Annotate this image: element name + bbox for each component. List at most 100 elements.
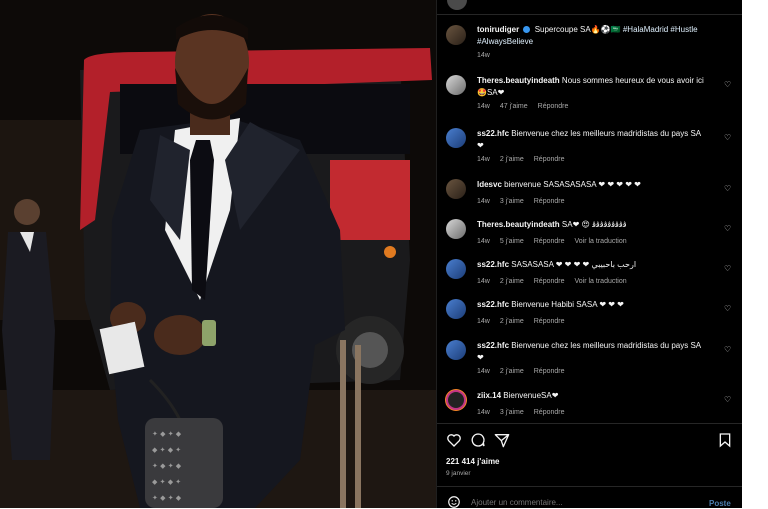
- comment-text: Theres.beautyindeath SA❤ 😍 ﭬﭬﭬﭬﭬﭬﭬﭬﭬ: [477, 219, 709, 231]
- comment-time: 14w: [477, 198, 490, 205]
- verified-badge-icon: [523, 26, 531, 34]
- bookmark-icon[interactable]: [717, 432, 733, 448]
- comment-body: BienvenueSA❤: [503, 391, 559, 400]
- actions-divider: [437, 423, 743, 424]
- comment-like-icon[interactable]: ♡: [724, 396, 732, 404]
- header-divider: [437, 14, 743, 15]
- reply-link[interactable]: Répondre: [534, 156, 565, 163]
- commenter-username[interactable]: ss22.hfc: [477, 129, 509, 138]
- comment-body: Bienvenue Habibi SASA ❤ ❤ ❤: [511, 300, 624, 309]
- comment-time: 14w: [477, 409, 490, 416]
- commenter-avatar[interactable]: [446, 219, 466, 239]
- reply-link[interactable]: Répondre: [534, 198, 565, 205]
- reply-link[interactable]: Répondre: [534, 409, 565, 416]
- reply-link[interactable]: Répondre: [534, 278, 565, 285]
- commenter-username[interactable]: ss22.hfc: [477, 260, 509, 269]
- commenter-avatar[interactable]: [446, 179, 466, 199]
- emoji-icon[interactable]: [447, 495, 461, 509]
- caption-time: 14w: [477, 52, 490, 59]
- commenter-username[interactable]: Theres.beautyindeath: [477, 76, 560, 85]
- comment-likes[interactable]: 5 j'aime: [500, 238, 524, 245]
- comment-likes[interactable]: 2 j'aime: [500, 318, 524, 325]
- commenter-avatar[interactable]: [446, 259, 466, 279]
- comment-time: 14w: [477, 278, 490, 285]
- post-comment-button[interactable]: Poste: [709, 499, 731, 508]
- comment-text: ziix.14 BienvenueSA❤: [477, 390, 709, 402]
- svg-text:✦ ◆ ✦ ◆: ✦ ◆ ✦ ◆: [152, 494, 182, 502]
- comment-text: ldesvc bienvenue SASASASASA ❤ ❤ ❤ ❤ ❤: [477, 179, 709, 191]
- comment-likes[interactable]: 2 j'aime: [500, 278, 524, 285]
- comment-time: 14w: [477, 103, 490, 110]
- caption-body: Supercoupe SA🔥⚽🇸🇦: [534, 25, 621, 34]
- comment-body: Bienvenue chez les meilleurs madridistas…: [477, 129, 701, 150]
- comment-meta: 14w 2 j'aime Répondre: [477, 368, 575, 375]
- comment-likes[interactable]: 2 j'aime: [500, 156, 524, 163]
- commenter-avatar[interactable]: [446, 390, 466, 410]
- comment-likes[interactable]: 2 j'aime: [500, 368, 524, 375]
- comment-time: 14w: [477, 238, 490, 245]
- post-photo[interactable]: ✦ ◆ ✦ ◆ ◆ ✦ ◆ ✦ ✦ ◆ ✦ ◆ ◆ ✦ ◆ ✦ ✦ ◆ ✦ ◆: [0, 0, 436, 508]
- reply-link[interactable]: Répondre: [538, 103, 569, 110]
- action-bar: [437, 428, 743, 450]
- comment-input[interactable]: [471, 498, 681, 507]
- comment-body: Bienvenue chez les meilleurs madridistas…: [477, 341, 701, 362]
- reply-link[interactable]: Répondre: [534, 318, 565, 325]
- like-count[interactable]: 221 414 j'aime: [446, 457, 500, 466]
- photo-illustration: ✦ ◆ ✦ ◆ ◆ ✦ ◆ ✦ ✦ ◆ ✦ ◆ ◆ ✦ ◆ ✦ ✦ ◆ ✦ ◆: [0, 0, 436, 508]
- comment-icon[interactable]: [470, 432, 486, 448]
- author-avatar[interactable]: [446, 25, 466, 45]
- comment-meta: 14w 47 j'aime Répondre: [477, 103, 578, 110]
- svg-text:✦ ◆ ✦ ◆: ✦ ◆ ✦ ◆: [152, 430, 182, 438]
- comment-likes[interactable]: 3 j'aime: [500, 198, 524, 205]
- comment-time: 14w: [477, 368, 490, 375]
- comment-body: SA❤ 😍 ﭬﭬﭬﭬﭬﭬﭬﭬﭬ: [561, 220, 627, 229]
- commenter-avatar[interactable]: [446, 340, 466, 360]
- comment-time: 14w: [477, 156, 490, 163]
- comment-meta: 14w 2 j'aime Répondre: [477, 156, 575, 163]
- comment-meta: 14w 3 j'aime Répondre: [477, 198, 575, 205]
- comment-meta: 14w 3 j'aime Répondre: [477, 409, 575, 416]
- comment-meta: 14w 2 j'aime Répondre Voir la traduction: [477, 278, 637, 285]
- comment-meta: 14w 5 j'aime Répondre Voir la traduction: [477, 238, 637, 245]
- comment-like-icon[interactable]: ♡: [724, 134, 732, 142]
- header-avatar[interactable]: [447, 0, 467, 10]
- post-date: 9 janvier: [446, 470, 471, 477]
- commenter-avatar[interactable]: [446, 299, 466, 319]
- commenter-username[interactable]: ldesvc: [477, 180, 502, 189]
- comment-like-icon[interactable]: ♡: [724, 185, 732, 193]
- comment-body: bienvenue SASASASASA ❤ ❤ ❤ ❤ ❤: [504, 180, 641, 189]
- comment-body: SASASASA ❤ ❤ ❤ ❤ ارحب باحبيبي: [511, 260, 637, 269]
- heart-icon[interactable]: [446, 432, 462, 448]
- commenter-username[interactable]: ss22.hfc: [477, 341, 509, 350]
- author-username[interactable]: tonirudiger: [477, 25, 519, 34]
- comment-likes[interactable]: 3 j'aime: [500, 409, 524, 416]
- share-icon[interactable]: [494, 432, 510, 448]
- caption-text: tonirudiger Supercoupe SA🔥⚽🇸🇦 #HalaMadri…: [477, 24, 709, 47]
- comment-text: ss22.hfc Bienvenue Habibi SASA ❤ ❤ ❤: [477, 299, 709, 311]
- post-sidebar: tonirudiger Supercoupe SA🔥⚽🇸🇦 #HalaMadri…: [436, 0, 743, 508]
- comment-time: 14w: [477, 318, 490, 325]
- svg-text:◆ ✦ ◆ ✦: ◆ ✦ ◆ ✦: [152, 478, 181, 486]
- comment-like-icon[interactable]: ♡: [724, 346, 732, 354]
- reply-link[interactable]: Répondre: [534, 238, 565, 245]
- comment-text: ss22.hfc Bienvenue chez les meilleurs ma…: [477, 340, 709, 363]
- comment-composer: Poste: [437, 486, 743, 508]
- translate-link[interactable]: Voir la traduction: [575, 278, 627, 285]
- commenter-username[interactable]: ss22.hfc: [477, 300, 509, 309]
- page-margin: [742, 0, 768, 508]
- svg-text:◆ ✦ ◆ ✦: ◆ ✦ ◆ ✦: [152, 446, 181, 454]
- comment-likes[interactable]: 47 j'aime: [500, 103, 528, 110]
- comment-like-icon[interactable]: ♡: [724, 265, 732, 273]
- commenter-username[interactable]: Theres.beautyindeath: [477, 220, 560, 229]
- comment-text: ss22.hfc SASASASA ❤ ❤ ❤ ❤ ارحب باحبيبي: [477, 259, 709, 271]
- commenter-avatar[interactable]: [446, 75, 466, 95]
- reply-link[interactable]: Répondre: [534, 368, 565, 375]
- translate-link[interactable]: Voir la traduction: [575, 238, 627, 245]
- comment-like-icon[interactable]: ♡: [724, 81, 732, 89]
- commenter-username[interactable]: ziix.14: [477, 391, 501, 400]
- comment-like-icon[interactable]: ♡: [724, 305, 732, 313]
- commenter-avatar[interactable]: [446, 128, 466, 148]
- comment-text: ss22.hfc Bienvenue chez les meilleurs ma…: [477, 128, 709, 151]
- comment-like-icon[interactable]: ♡: [724, 225, 732, 233]
- comment-meta: 14w 2 j'aime Répondre: [477, 318, 575, 325]
